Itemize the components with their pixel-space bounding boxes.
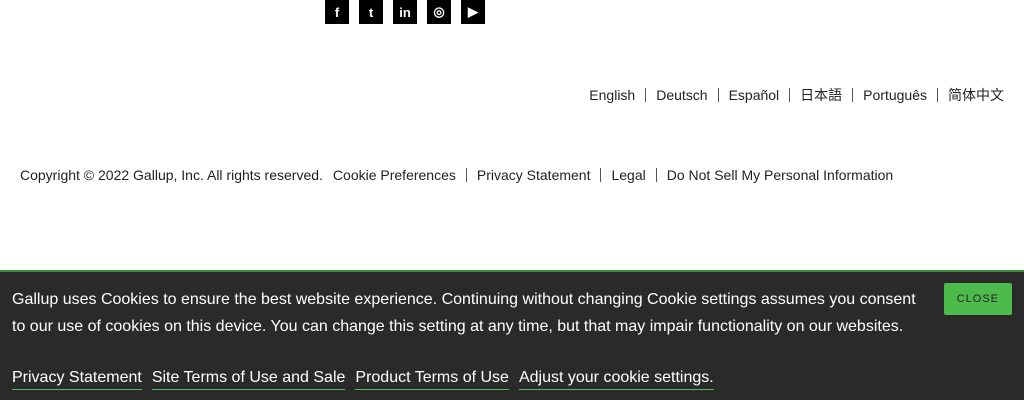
do-not-sell-link[interactable]: Do Not Sell My Personal Information <box>655 168 903 182</box>
facebook-icon[interactable]: f <box>325 0 349 24</box>
close-button[interactable]: CLOSE <box>943 283 1012 315</box>
privacy-statement-link[interactable]: Privacy Statement <box>465 168 601 182</box>
cookie-banner: Gallup uses Cookies to ensure the best w… <box>0 270 1024 400</box>
language-japanese[interactable]: 日本語 <box>789 88 852 102</box>
cookie-privacy-statement-link[interactable]: Privacy Statement <box>12 367 142 390</box>
language-deutsch[interactable]: Deutsch <box>645 88 717 102</box>
product-terms-link[interactable]: Product Terms of Use <box>355 367 509 390</box>
copyright-text: Copyright © 2022 Gallup, Inc. All rights… <box>20 167 323 183</box>
site-terms-link[interactable]: Site Terms of Use and Sale <box>151 367 346 390</box>
adjust-cookie-settings-link[interactable]: Adjust your cookie settings. <box>518 367 714 390</box>
language-espanol[interactable]: Español <box>717 88 790 102</box>
footer-legal: Copyright © 2022 Gallup, Inc. All rights… <box>20 167 903 183</box>
linkedin-icon[interactable]: in <box>393 0 417 24</box>
language-english[interactable]: English <box>579 88 645 102</box>
social-links: f t in ◎ ▶ <box>325 0 485 24</box>
language-portuguese[interactable]: Português <box>852 88 937 102</box>
cookie-message: Gallup uses Cookies to ensure the best w… <box>12 291 916 335</box>
cookie-links: Privacy Statement Site Terms of Use and … <box>12 367 714 390</box>
youtube-icon[interactable]: ▶ <box>461 0 485 24</box>
cookie-preferences-link[interactable]: Cookie Preferences <box>333 168 466 182</box>
instagram-icon[interactable]: ◎ <box>427 0 451 24</box>
legal-link[interactable]: Legal <box>600 168 655 182</box>
language-selector: English Deutsch Español 日本語 Português 简体… <box>579 88 1004 102</box>
language-chinese[interactable]: 简体中文 <box>937 88 1004 102</box>
twitter-icon[interactable]: t <box>359 0 383 24</box>
